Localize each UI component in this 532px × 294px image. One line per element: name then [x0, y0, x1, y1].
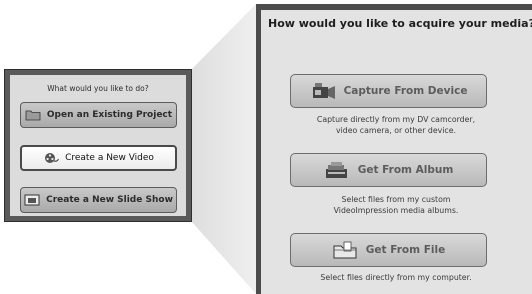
acquire-media-body: How would you like to acquire your media… [261, 10, 532, 294]
acquire-media-panel: How would you like to acquire your media… [256, 4, 532, 294]
description-line: Capture directly from my DV camcorder, [316, 115, 476, 124]
album-icon [325, 162, 347, 178]
capture-from-device-button[interactable]: Capture From Device [290, 74, 487, 108]
folder-file-icon [333, 241, 357, 259]
open-existing-project-button[interactable]: Open an Existing Project [20, 102, 177, 128]
create-new-video-button[interactable]: Create a New Video [20, 145, 177, 171]
get-from-album-label: Get From Album [357, 164, 454, 176]
get-from-album-button[interactable]: Get From Album [290, 153, 487, 187]
get-from-file-label: Get From File [365, 244, 446, 256]
film-reel-icon [45, 153, 60, 163]
acquire-media-title: How would you like to acquire your media… [268, 17, 532, 30]
slide-show-icon [24, 194, 40, 206]
description-line: Select files directly from my computer. [320, 273, 472, 282]
task-menu-body: What would you like to do? Open an Exist… [10, 75, 186, 216]
get-from-file-button[interactable]: Get From File [290, 233, 487, 267]
task-menu-panel: What would you like to do? Open an Exist… [4, 69, 192, 222]
capture-from-device-description: Capture directly from my DV camcorder, v… [261, 114, 531, 136]
task-menu-title: What would you like to do? [47, 84, 149, 93]
description-line: Select files from my custom [341, 195, 451, 204]
create-new-slide-show-label: Create a New Slide Show [46, 195, 173, 205]
description-line: VideoImpression media albums. [333, 206, 459, 215]
get-from-file-description: Select files directly from my computer. [261, 272, 531, 283]
open-existing-project-label: Open an Existing Project [46, 110, 173, 120]
create-new-video-label: Create a New Video [65, 153, 154, 163]
get-from-album-description: Select files from my custom VideoImpress… [261, 194, 531, 216]
capture-from-device-label: Capture From Device [343, 85, 468, 97]
folder-icon [25, 110, 41, 121]
camcorder-icon [312, 83, 335, 99]
create-new-slide-show-button[interactable]: Create a New Slide Show [20, 187, 177, 213]
description-line: video camera, or other device. [336, 126, 456, 135]
